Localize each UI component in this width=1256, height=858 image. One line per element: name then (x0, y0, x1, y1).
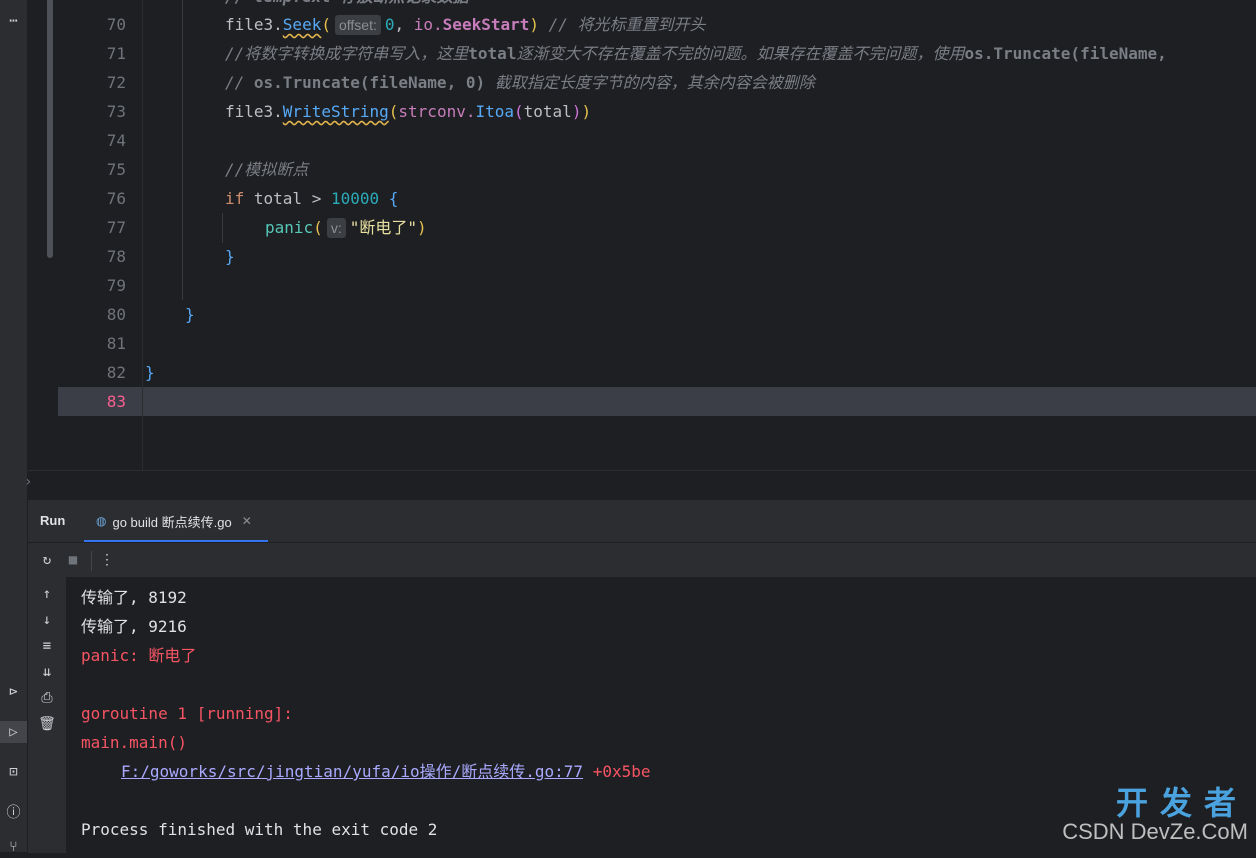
tool-window-strip: ⋯ ⊳ ▷ ⊡ ⓘ ⑂ (0, 0, 28, 855)
more-vertical-icon[interactable]: ⋮ (98, 551, 116, 569)
run-tool-window: Run ◍ go build 断点续传.go ✕ ↻ ■ ⋮ ↑ ↓ ≡ ⇊ ⎙… (28, 499, 1256, 853)
code-token: Seek (282, 15, 322, 34)
arrow-down-icon[interactable]: ↓ (36, 609, 58, 631)
param-hint: v: (326, 218, 346, 238)
close-icon[interactable]: ✕ (242, 514, 252, 528)
git-icon[interactable]: ⑂ (0, 836, 27, 858)
line-number: 73 (106, 102, 126, 121)
code-comment: 截取指定长度字节的内容，其余内容会被删除 (485, 73, 815, 92)
code-line-82: } (145, 363, 155, 382)
code-line-71: //将数字转换成字符串写入，这里total逐渐变大不存在覆盖不完的问题。如果存在… (225, 39, 1167, 68)
param-hint: offset: (334, 15, 381, 35)
problems-icon[interactable]: ⓘ (0, 801, 27, 823)
indent-guide (182, 0, 183, 300)
console-stack-line: F:/goworks/src/jingtian/yufa/io操作/断点续传.g… (121, 757, 651, 786)
scroll-to-end-icon[interactable]: ⇊ (36, 661, 58, 683)
run-icon[interactable]: ▷ (0, 721, 27, 743)
watermark: 开发者 CSDN DevZe.CoM (1062, 787, 1248, 845)
line-number: 75 (106, 160, 126, 179)
terminal-icon[interactable]: ⊡ (0, 761, 27, 783)
line-number: 77 (106, 218, 126, 237)
run-title: Run (40, 513, 66, 528)
print-icon[interactable]: ⎙ (36, 687, 58, 709)
line-number: 82 (106, 363, 126, 382)
run-toolbar: ↻ ■ ⋮ (28, 542, 1256, 578)
code-number: 10000 (330, 189, 380, 208)
console-error-line: panic: 断电了 (81, 646, 197, 665)
code-token: total (523, 102, 572, 121)
code-token: 0 (384, 15, 395, 34)
code-comment-bold: os.Truncate(fileName, (964, 44, 1167, 63)
soft-wrap-icon[interactable]: ≡ (36, 635, 58, 657)
code-line-70: file3.Seek(offset: 0, io.SeekStart) // 将光… (225, 15, 706, 35)
stack-offset: +0x5be (583, 762, 651, 781)
code-token: file3. (225, 15, 283, 34)
more-icon[interactable]: ⋯ (0, 10, 27, 32)
arrow-up-icon[interactable]: ↑ (36, 583, 58, 605)
code-token: Itoa (475, 102, 514, 121)
code-keyword: if (225, 189, 245, 208)
code-comment: 逐渐变大不存在覆盖不完的问题。如果存在覆盖不完问题，使用 (516, 44, 965, 63)
line-number: 81 (106, 334, 126, 353)
console-exit-line: Process finished with the exit code 2 (81, 820, 438, 839)
console-error-line: main.main() (81, 733, 187, 752)
code-token: { (379, 189, 399, 208)
line-number: 79 (106, 276, 126, 295)
code-token: total > (244, 189, 331, 208)
code-token: panic (265, 218, 314, 237)
code-comment: // (225, 73, 254, 92)
code-token: file3. (225, 102, 283, 121)
code-comment: // 将光标重置到开头 (548, 15, 706, 34)
line-number: 74 (106, 131, 126, 150)
current-line-highlight (58, 387, 1256, 416)
code-comment: //模拟断点 (225, 160, 309, 179)
code-line-73: file3.WriteString(strconv.Itoa(total)) (225, 102, 592, 121)
line-number: 71 (106, 44, 126, 63)
console-line: 传输了, 8192 (81, 588, 187, 607)
line-number: 76 (106, 189, 126, 208)
indent-guide (222, 213, 223, 243)
code-string: "断电了" (349, 218, 417, 237)
code-editor[interactable]: // tempText 存放断点记录数据 70 71 72 73 74 75 7… (28, 0, 1256, 498)
toolbar-separator (91, 551, 92, 571)
code-comment-bold: os.Truncate(fileName, 0) (253, 73, 486, 92)
code-token: SeekStart (442, 15, 530, 34)
editor-breadcrumb-bar (28, 471, 1256, 499)
code-token: strconv. (398, 102, 476, 121)
console-side-toolbar: ↑ ↓ ≡ ⇊ ⎙ 🗑 (28, 577, 66, 853)
code-token: WriteString (282, 102, 389, 121)
code-token: io. (413, 15, 443, 34)
code-comment: //将数字转换成字符串写入，这里 (225, 44, 469, 63)
run-configuration-tab[interactable]: ◍ go build 断点续传.go ✕ (84, 502, 268, 542)
code-comment-bold: total (468, 44, 517, 63)
stop-icon[interactable]: ■ (64, 551, 82, 569)
line-number: 80 (106, 305, 126, 324)
trash-icon[interactable]: 🗑 (36, 713, 58, 735)
run-tab-label: go build 断点续传.go (112, 514, 232, 530)
code-line-77: panic(v: "断电了") (265, 218, 427, 238)
code-line-72: // os.Truncate(fileName, 0) 截取指定长度字节的内容，… (225, 68, 815, 97)
run-tab-bar: Run ◍ go build 断点续传.go ✕ (28, 500, 1256, 542)
source-file-link[interactable]: F:/goworks/src/jingtian/yufa/io操作/断点续传.g… (121, 762, 583, 781)
rerun-icon[interactable]: ↻ (38, 551, 56, 569)
line-number-current: 83 (106, 392, 126, 411)
line-number-gutter: 70 71 72 73 74 75 76 77 78 79 80 81 82 8… (58, 0, 148, 470)
code-token: , (394, 15, 414, 34)
chevron-right-icon[interactable]: › (24, 474, 32, 490)
line-number: 78 (106, 247, 126, 266)
go-file-icon: ◍ (96, 514, 107, 528)
console-error-line: goroutine 1 [running]: (81, 704, 293, 723)
code-line-78: } (225, 247, 235, 266)
watermark-logo: 开发者 (1115, 785, 1248, 821)
console-line: 传输了, 9216 (81, 617, 187, 636)
code-line-80: } (185, 305, 195, 324)
code-line-75: //模拟断点 (225, 155, 308, 184)
watermark-site: CSDN DevZe.CoM (1062, 819, 1248, 844)
services-icon[interactable]: ⊳ (0, 681, 27, 703)
code-line-76: if total > 10000 { (225, 184, 398, 213)
editor-scrollbar[interactable] (47, 0, 53, 258)
line-number: 72 (106, 73, 126, 92)
line-number: 70 (106, 15, 126, 34)
